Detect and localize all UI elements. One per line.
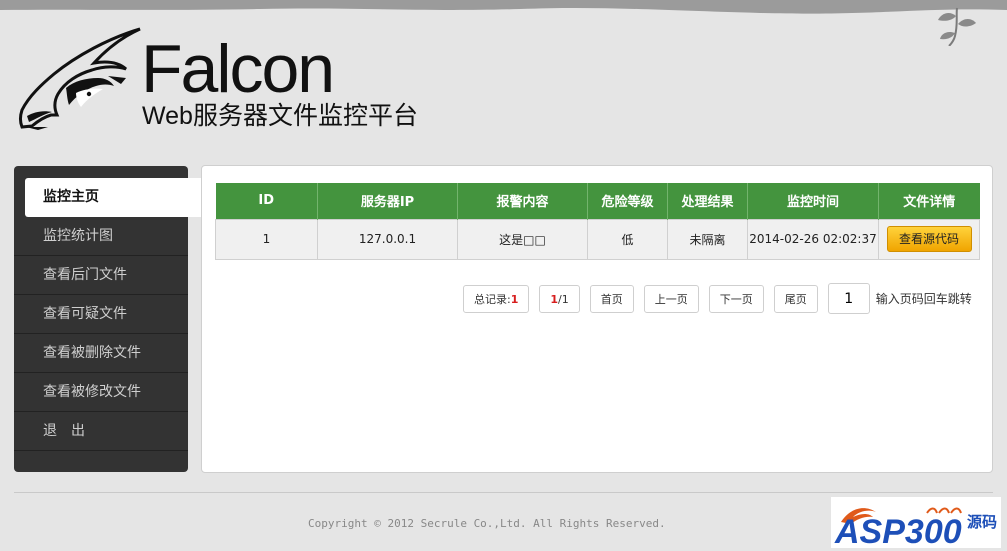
column-header-id: ID xyxy=(215,183,318,219)
pagination: 总记录:1 1/1 首页 上一页 下一页 尾页 输入页码回车跳转 xyxy=(463,283,972,314)
sidebar-item-logout[interactable]: 退 出 xyxy=(14,412,188,451)
cell-monitor-time: 2014-02-26 02:02:37 xyxy=(747,218,879,260)
plant-decoration-icon xyxy=(938,7,976,46)
table-header-row: ID 服务器IP 报警内容 危险等级 处理结果 监控时间 文件详情 xyxy=(215,183,980,219)
sidebar-item-suspicious-files[interactable]: 查看可疑文件 xyxy=(14,295,188,334)
total-records-label: 总记录:1 xyxy=(463,284,530,313)
cell-id: 1 xyxy=(215,218,318,260)
asp300-watermark-logo: ASP300 源码 xyxy=(831,497,1001,548)
current-page-number: 1 xyxy=(550,292,559,306)
copyright-text: Copyright © 2012 Secrule Co.,Ltd. All Ri… xyxy=(308,517,666,530)
total-pages-text: /1 xyxy=(558,292,569,306)
total-records-text: 总记录: xyxy=(474,292,511,306)
main-panel: ID 服务器IP 报警内容 危险等级 处理结果 监控时间 文件详情 1 127.… xyxy=(201,165,993,473)
brand-subtitle: Web服务器文件监控平台 xyxy=(142,102,418,130)
prev-page-button[interactable]: 上一页 xyxy=(643,284,699,313)
jump-hint-text: 输入页码回车跳转 xyxy=(875,292,972,306)
column-header-monitor-time: 监控时间 xyxy=(747,183,879,219)
table-row: 1 127.0.0.1 这是□□ 低 未隔离 2014-02-26 02:02:… xyxy=(215,218,980,260)
cell-server-ip: 127.0.0.1 xyxy=(317,218,458,260)
cell-risk-level: 低 xyxy=(587,218,668,260)
alerts-table-wrap: ID 服务器IP 报警内容 危险等级 处理结果 监控时间 文件详情 1 127.… xyxy=(215,183,980,261)
falcon-logo-icon xyxy=(19,27,141,130)
column-header-server-ip: 服务器IP xyxy=(317,183,458,219)
cell-result: 未隔离 xyxy=(667,218,748,260)
sidebar-item-monitor-home[interactable]: 监控主页 xyxy=(25,178,212,217)
sidebar-item-modified-files[interactable]: 查看被修改文件 xyxy=(14,373,188,412)
page-indicator: 1/1 xyxy=(539,284,580,313)
total-records-count: 1 xyxy=(510,292,519,306)
watermark-main-text: ASP300 xyxy=(834,513,962,548)
watermark-side-text: 源码 xyxy=(967,513,997,531)
page: Falcon Web服务器文件监控平台 监控主页 监控统计图 查看后门文件 查看… xyxy=(0,0,1007,551)
column-header-risk-level: 危险等级 xyxy=(587,183,668,219)
sidebar-bottom-spacer xyxy=(14,451,188,468)
column-header-alert-content: 报警内容 xyxy=(457,183,588,219)
last-page-button[interactable]: 尾页 xyxy=(773,284,818,313)
view-source-button[interactable]: 查看源代码 xyxy=(886,226,972,252)
first-page-button[interactable]: 首页 xyxy=(589,284,634,313)
sidebar-item-deleted-files[interactable]: 查看被删除文件 xyxy=(14,334,188,373)
column-header-file-details: 文件详情 xyxy=(903,195,956,211)
alerts-table: ID 服务器IP 报警内容 危险等级 处理结果 监控时间 文件详情 1 127.… xyxy=(215,183,980,260)
sidebar-item-backdoor-files[interactable]: 查看后门文件 xyxy=(14,256,188,295)
cell-file-details: 查看源代码 xyxy=(878,218,980,260)
cell-alert-content: 这是□□ xyxy=(457,218,588,260)
header: Falcon Web服务器文件监控平台 xyxy=(0,0,1007,160)
sidebar-menu: 监控主页 监控统计图 查看后门文件 查看可疑文件 查看被删除文件 查看被修改文件… xyxy=(14,166,212,472)
brand-title: Falcon xyxy=(141,31,335,107)
footer-divider xyxy=(14,492,993,493)
next-page-button[interactable]: 下一页 xyxy=(708,284,764,313)
column-header-result: 处理结果 xyxy=(667,183,748,219)
page-number-input[interactable] xyxy=(827,283,870,314)
sidebar-item-monitor-stats[interactable]: 监控统计图 xyxy=(14,217,188,256)
